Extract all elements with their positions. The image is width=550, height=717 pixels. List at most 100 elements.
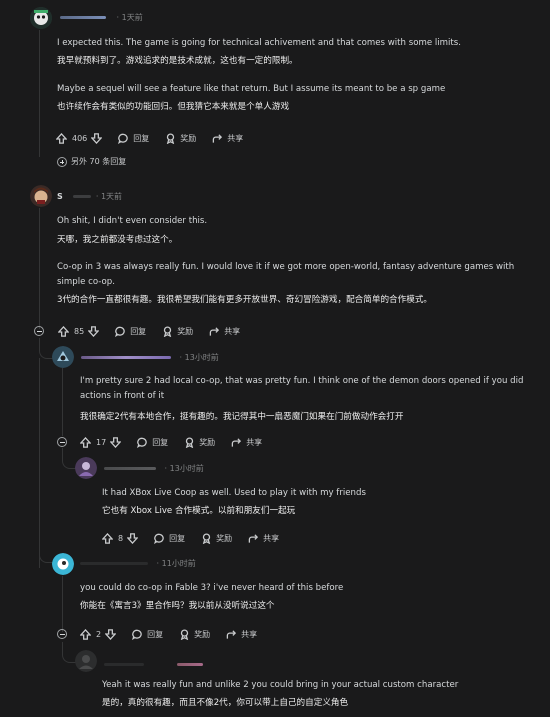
vote-group: 2	[80, 628, 117, 640]
arrow-up-icon[interactable]	[58, 325, 69, 337]
reply-button[interactable]: 回复	[118, 133, 149, 144]
reply-label: 回复	[169, 533, 186, 543]
comment-text-en: Co-op in 3 was always really fun. I woul…	[57, 262, 515, 287]
thread-elbow	[39, 540, 53, 563]
timestamp: · 1天前	[95, 192, 123, 201]
share-button[interactable]: 共享	[209, 326, 240, 337]
minus-circle-icon[interactable]	[57, 629, 67, 639]
avatar[interactable]	[52, 346, 74, 368]
share-button[interactable]: 共享	[248, 533, 279, 544]
more-replies-link[interactable]: 另外 70 条回复	[57, 156, 126, 167]
award-button[interactable]: 奖励	[179, 628, 210, 640]
arrow-up-icon[interactable]	[102, 532, 113, 544]
comment-body: I'm pretty sure 2 had local co-op, that …	[80, 374, 540, 425]
speech-bubble-icon	[132, 629, 142, 640]
username[interactable]	[104, 663, 144, 666]
avatar[interactable]	[75, 457, 97, 479]
vote-group: 17	[80, 436, 122, 448]
minus-circle-icon[interactable]	[34, 326, 44, 336]
award-button[interactable]: 奖励	[165, 132, 197, 144]
avatar-icon	[75, 457, 97, 479]
username[interactable]	[80, 562, 148, 565]
comment-header	[104, 660, 203, 669]
comment-text-zh: 我早就预料到了。游戏追求的是技术成就，这也有一定的限制。	[57, 56, 298, 66]
comment-text-en: Yeah it was really fun and unlike 2 you …	[102, 680, 459, 690]
reply-button[interactable]: 回复	[115, 326, 146, 337]
reply-label: 回复	[147, 629, 164, 639]
comment-text-en: I expected this. The game is going for t…	[57, 38, 461, 48]
award-button[interactable]: 奖励	[184, 436, 215, 448]
award-ribbon-icon	[167, 132, 175, 144]
share-arrow-icon	[209, 326, 220, 336]
share-button[interactable]: 共享	[226, 629, 257, 640]
arrow-down-icon[interactable]	[110, 436, 122, 448]
award-label: 奖励	[177, 326, 194, 336]
award-button[interactable]: 奖励	[162, 325, 194, 337]
vote-count: 17	[96, 437, 107, 447]
thread-line	[62, 368, 63, 436]
arrow-up-icon[interactable]	[56, 132, 67, 144]
comment-text-en: I'm pretty sure 2 had local co-op, that …	[80, 376, 524, 401]
arrow-up-icon[interactable]	[80, 436, 91, 448]
avatar-icon	[30, 185, 52, 207]
award-ribbon-icon	[186, 436, 194, 448]
arrow-down-icon[interactable]	[91, 132, 103, 144]
arrow-down-icon[interactable]	[127, 532, 139, 544]
timestamp: · 13小时前	[164, 464, 204, 473]
username[interactable]	[104, 467, 156, 470]
award-label: 奖励	[180, 133, 197, 143]
thread-line	[39, 30, 40, 157]
avatar[interactable]	[30, 7, 52, 29]
share-button[interactable]: 共享	[212, 133, 243, 144]
arrow-down-icon[interactable]	[105, 628, 117, 640]
speech-bubble-icon	[115, 326, 125, 337]
reply-button[interactable]: 回复	[154, 533, 185, 544]
avatar-icon	[75, 650, 97, 672]
arrow-down-icon[interactable]	[88, 325, 100, 337]
vote-count: 8	[118, 533, 124, 543]
comment-body: Yeah it was really fun and unlike 2 you …	[102, 678, 542, 711]
comment-header: · 11小时前	[80, 558, 196, 569]
award-button[interactable]: 奖励	[201, 532, 233, 544]
thread-elbow	[62, 642, 76, 663]
avatar[interactable]	[30, 185, 52, 207]
plus-circle-icon	[57, 156, 67, 167]
comment-text-en: you could do co-op in Fable 3? i've neve…	[80, 583, 344, 593]
vote-count: 406	[72, 133, 88, 143]
comment-actions: 17 回复 奖励 共享	[80, 435, 278, 449]
reply-button[interactable]: 回复	[132, 629, 163, 640]
share-label: 共享	[241, 629, 258, 639]
reply-label: 回复	[152, 437, 169, 447]
reply-button[interactable]: 回复	[137, 437, 168, 448]
vote-count: 2	[96, 629, 102, 639]
share-label: 共享	[227, 133, 244, 143]
arrow-up-icon[interactable]	[80, 628, 91, 640]
avatar-icon	[52, 346, 74, 368]
timestamp: · 11小时前	[156, 559, 196, 568]
avatar[interactable]	[52, 553, 74, 575]
award-label: 奖励	[216, 533, 233, 543]
timestamp: · 1天前	[116, 13, 143, 22]
comment-text-zh: 3代的合作一直都很有趣。我很希望我们能有更多开放世界、奇幻冒险游戏，配合简单的合…	[57, 295, 433, 305]
username-flair	[176, 663, 203, 666]
comment-header: · 13小时前	[104, 463, 204, 474]
username[interactable]	[81, 356, 171, 359]
reply-label: 回复	[133, 133, 150, 143]
share-label: 共享	[224, 326, 241, 336]
comment-text-zh: 也许续作会有类似的功能回归。但我猜它本来就是个单人游戏	[57, 102, 290, 112]
share-arrow-icon	[226, 629, 237, 639]
vote-group: 8	[102, 532, 139, 544]
share-arrow-icon	[231, 437, 242, 447]
comment-header: · 13小时前	[81, 352, 219, 363]
comment-actions: 8 回复 奖励 共享	[102, 531, 295, 545]
username[interactable]	[60, 16, 106, 19]
comment-actions: 406 回复 奖励 共享	[56, 131, 259, 145]
comment-text-zh: 你能在《寓言3》里合作吗？我以前从没听说过这个	[80, 601, 275, 611]
share-button[interactable]: 共享	[231, 437, 262, 448]
username-blur	[73, 195, 92, 198]
share-arrow-icon	[213, 133, 223, 143]
minus-circle-icon[interactable]	[57, 437, 67, 447]
username[interactable]: S	[57, 192, 63, 201]
vote-count: 85	[74, 326, 85, 336]
avatar[interactable]	[75, 650, 97, 672]
